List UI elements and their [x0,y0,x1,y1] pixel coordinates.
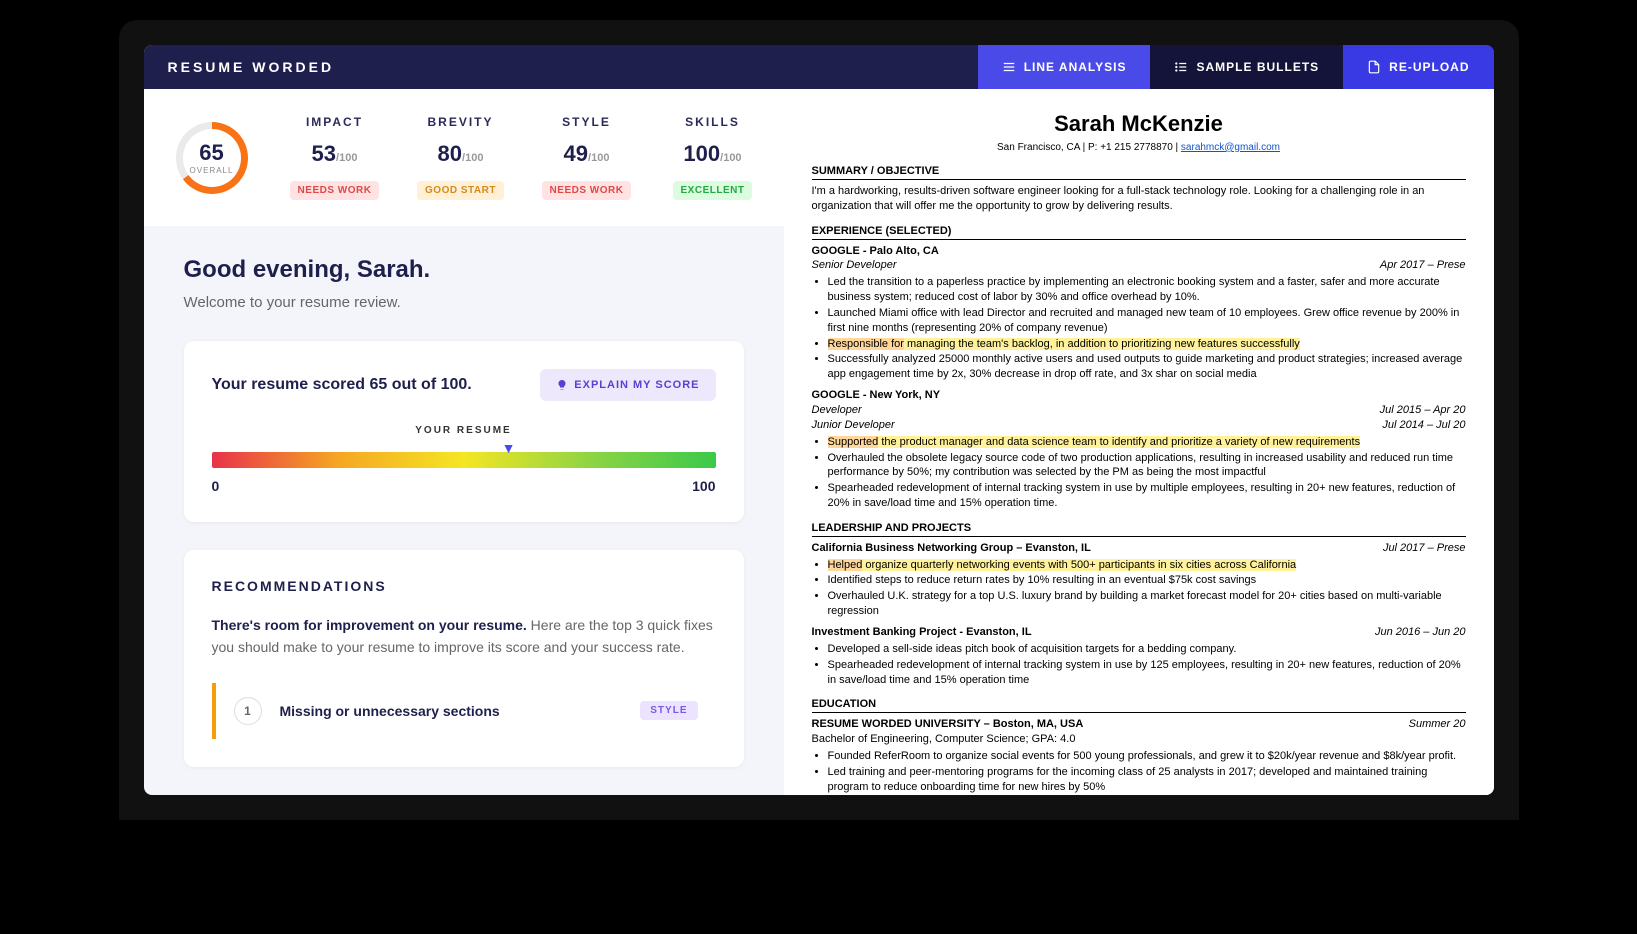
scale-min: 0 [212,478,220,494]
line-analysis-tab[interactable]: LINE ANALYSIS [978,45,1151,89]
proj1-bullets: Helped organize quarterly networking eve… [828,558,1466,619]
edu-bullets: Founded ReferRoom to organize social eve… [828,749,1466,795]
explain-score-button[interactable]: EXPLAIN MY SCORE [540,369,715,401]
resume-email-link[interactable]: sarahmck@gmail.com [1181,142,1280,153]
recommendations-intro: There's room for improvement on your res… [212,614,716,659]
rec-tag: STYLE [640,701,697,720]
section-experience: EXPERIENCE (SELECTED) [812,224,1466,240]
analysis-icon [1002,60,1016,74]
left-panel: 65 OVERALL IMPACT 53/100 NEEDS WORK BREV… [144,89,784,795]
top-navigation: RESUME WORDED LINE ANALYSIS SAMPLE BULLE… [144,45,1494,89]
upload-icon [1367,60,1381,74]
resume-contact: San Francisco, CA | P: +1 215 2778870 | … [812,141,1466,155]
score-text: Your resume scored 65 out of 100. [212,376,472,394]
proj2-bullets: Developed a sell-side ideas pitch book o… [828,642,1466,688]
brand-logo: RESUME WORDED [144,59,978,75]
welcome-text: Welcome to your resume review. [184,294,744,311]
overall-score: 65 OVERALL [156,109,268,206]
recommendation-item[interactable]: 1 Missing or unnecessary sections STYLE [212,683,716,739]
recommendations-title: RECOMMENDATIONS [212,578,716,594]
recommendations-card: RECOMMENDATIONS There's room for improve… [184,550,744,767]
job2-bullets: Supported the product manager and data s… [828,435,1466,511]
score-card: Your resume scored 65 out of 100. EXPLAI… [184,341,744,522]
score-gradient [212,452,716,468]
list-icon [1174,60,1188,74]
greeting: Good evening, Sarah. [184,256,744,284]
rec-number: 1 [234,697,262,725]
re-upload-tab[interactable]: RE-UPLOAD [1343,45,1493,89]
score-bar: 65 OVERALL IMPACT 53/100 NEEDS WORK BREV… [144,89,784,226]
section-leadership: LEADERSHIP AND PROJECTS [812,521,1466,537]
metric-skills[interactable]: SKILLS 100/100 EXCELLENT [654,109,772,206]
scale-max: 100 [692,478,715,494]
resume-name: Sarah McKenzie [812,109,1466,139]
section-education: EDUCATION [812,697,1466,713]
lightbulb-icon [556,379,568,391]
sample-bullets-tab[interactable]: SAMPLE BULLETS [1150,45,1343,89]
job1-bullets: Led the transition to a paperless practi… [828,275,1466,382]
metric-style[interactable]: STYLE 49/100 NEEDS WORK [528,109,646,206]
section-summary: SUMMARY / OBJECTIVE [812,164,1466,180]
metric-impact[interactable]: IMPACT 53/100 NEEDS WORK [276,109,394,206]
resume-preview[interactable]: Sarah McKenzie San Francisco, CA | P: +1… [784,89,1494,795]
rec-text: Missing or unnecessary sections [280,703,623,719]
metric-brevity[interactable]: BREVITY 80/100 GOOD START [402,109,520,206]
your-resume-label: YOUR RESUME [212,425,716,436]
